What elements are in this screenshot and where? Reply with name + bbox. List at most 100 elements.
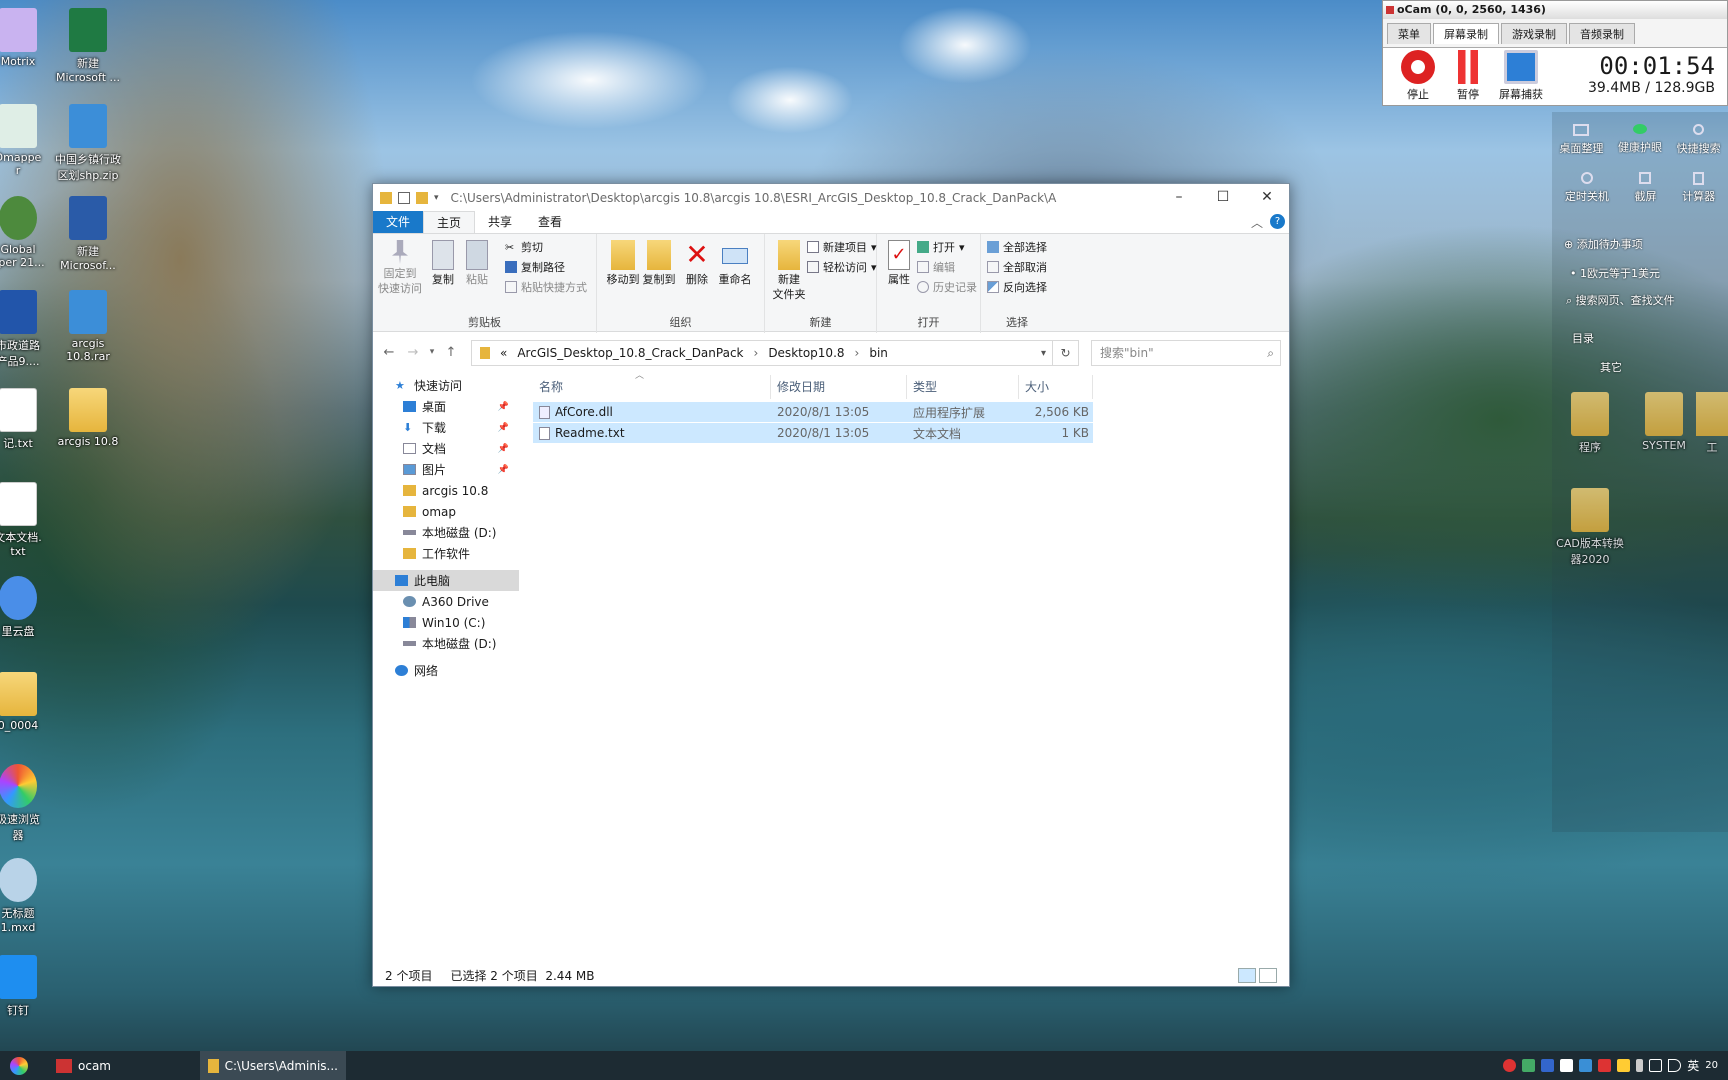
nav-item-network[interactable]: 网络 [373,660,519,681]
rename-button[interactable]: 重命名 [713,240,757,287]
breadcrumb-item[interactable]: Desktop10.8 [768,346,844,360]
refresh-button[interactable]: ↻ [1053,340,1079,366]
recent-locations-button[interactable]: ▾ [425,347,439,357]
pin-quick-access-button[interactable]: 固定到 快速访问 [377,240,423,296]
up-button[interactable]: ↑ [439,345,463,360]
tab-view[interactable]: 查看 [525,211,575,233]
app-tray-icon[interactable] [1560,1059,1574,1072]
history-button[interactable]: 历史记录 [917,279,977,295]
nav-item-work-software[interactable]: 工作软件 [373,543,519,564]
paste-shortcut-button[interactable]: 粘贴快捷方式 [505,279,587,295]
desktop-icon[interactable]: 无标题 1.mxd [0,858,54,934]
desktop-icon[interactable]: Motrix [0,8,54,68]
column-header-type[interactable]: 类型 [907,375,1019,399]
nav-item-a360-drive[interactable]: A360 Drive [373,591,519,612]
desktop-icon[interactable]: 文本文档. txt [0,482,54,558]
copy-to-button[interactable]: 复制到 [637,240,681,287]
app-tray-icon[interactable] [1522,1059,1536,1072]
nav-item-downloads[interactable]: ⬇ 下载 📌 [373,417,519,438]
ocam-capture-button[interactable]: 屏幕捕获 [1495,50,1547,102]
tab-home[interactable]: 主页 [423,211,476,233]
copy-path-button[interactable]: 复制路径 [505,259,565,275]
desktop-icon[interactable]: 记.txt [0,388,54,451]
nav-item-quick-access[interactable]: ★ 快速访问 [373,375,519,396]
nav-item-win10-c[interactable]: Win10 (C:) [373,612,519,633]
browser-taskbar-icon[interactable] [10,1057,28,1075]
desktop-icon[interactable]: 钉钉 [0,955,54,1018]
ocam-stop-button[interactable]: 停止 [1395,50,1441,102]
chevron-down-icon[interactable]: ▾ [434,193,439,203]
open-button[interactable]: 打开 ▾ [917,239,965,255]
delete-button[interactable]: ✕ 删除 [677,240,717,287]
desktop-icon[interactable]: 新建 Microsof... [52,196,124,272]
calculator-button[interactable]: 计算器 [1682,172,1715,204]
nav-item-local-disk-d[interactable]: 本地磁盘 (D:) [373,633,519,654]
column-header-date[interactable]: 修改日期 [771,375,907,399]
desktop-icon[interactable]: 0_0004 [0,672,54,732]
nav-item-local-disk-d[interactable]: 本地磁盘 (D:) [373,522,519,543]
tab-file[interactable]: 文件 [373,211,424,233]
desktop-icon[interactable]: 中国乡镇行政 区划shp.zip [52,104,124,183]
desktop-icon[interactable]: 里云盘 [0,576,54,639]
column-header-name[interactable]: 名称 [533,375,771,399]
breadcrumb-item[interactable]: bin [869,346,888,360]
select-all-button[interactable]: 全部选择 [987,239,1047,255]
timed-shutdown-button[interactable]: 定时关机 [1565,172,1609,204]
minimize-button[interactable]: – [1157,184,1201,211]
clock[interactable]: 20 [1705,1060,1718,1071]
properties-button[interactable]: ✓ 属性 [877,240,921,287]
network-icon[interactable] [1649,1059,1663,1072]
desktop-icon[interactable]: arcgis 10.8.rar [52,290,124,363]
address-bar[interactable]: « ArcGIS_Desktop_10.8_Crack_DanPack › De… [471,340,1053,366]
nav-item-pictures[interactable]: 图片 📌 [373,459,519,480]
cut-button[interactable]: ✂ 剪切 [505,239,543,255]
ocam-pause-button[interactable]: 暂停 [1445,50,1491,102]
nav-item-arcgis[interactable]: arcgis 10.8 [373,480,519,501]
back-button[interactable]: ← [377,345,401,360]
new-folder-button[interactable]: 新建 文件夹 [767,240,811,302]
paste-button[interactable]: 粘贴 [455,240,499,287]
address-dropdown-icon[interactable]: ▾ [1041,348,1046,359]
invert-selection-button[interactable]: 反向选择 [987,279,1047,295]
microphone-icon[interactable] [1636,1059,1644,1072]
add-todo-button[interactable]: ⊕ 添加待办事项 [1564,236,1643,252]
shield-icon[interactable] [1579,1059,1593,1072]
column-header-size[interactable]: 大小 [1019,375,1093,399]
new-item-button[interactable]: 新建项目 ▾ [807,239,877,255]
properties-quick-icon[interactable] [398,191,410,204]
easy-access-button[interactable]: 轻松访问 ▾ [807,259,877,275]
ocam-tab-screen-record[interactable]: 屏幕录制 [1433,23,1499,44]
search-input[interactable]: 搜索"bin" ⌕ [1091,340,1281,366]
bluetooth-icon[interactable] [1541,1059,1555,1072]
taskbar-item-explorer[interactable]: C:\Users\Adminis... [200,1051,346,1080]
desktop-icon[interactable]: 新建 Microsoft ... [52,8,124,84]
desktop-icon[interactable]: 市政道路 产品9.... [0,290,54,369]
file-row[interactable]: Readme.txt 2020/8/1 13:05 文本文档 1 KB [533,423,1093,443]
ocam-tab-audio-record[interactable]: 音频录制 [1569,23,1635,44]
breadcrumb-overflow[interactable]: « [500,346,507,360]
file-row[interactable]: AfCore.dll 2020/8/1 13:05 应用程序扩展 2,506 K… [533,402,1093,422]
large-icons-view-button[interactable] [1259,968,1277,983]
screenshot-button[interactable]: 截屏 [1634,172,1656,204]
help-icon[interactable]: ? [1270,214,1285,229]
nav-item-documents[interactable]: 文档 📌 [373,438,519,459]
desktop-icon[interactable]: Dmappe r [0,104,54,177]
eye-care-button[interactable]: 健康护眼 [1618,124,1662,156]
nav-item-desktop[interactable]: 桌面 📌 [373,396,519,417]
forward-button[interactable]: → [401,345,425,360]
details-view-button[interactable] [1238,968,1256,983]
desktop-icon[interactable]: arcgis 10.8 [52,388,124,448]
taskbar-item-ocam[interactable]: ocam [48,1051,119,1080]
ocam-tab-menu[interactable]: 菜单 [1387,23,1431,44]
ocam-tab-game-record[interactable]: 游戏录制 [1501,23,1567,44]
quick-search-button[interactable]: 快捷搜索 [1677,124,1721,156]
widget-search-input[interactable]: ⌕ 搜索网页、查找文件 [1566,292,1675,308]
nav-item-this-pc[interactable]: 此电脑 [373,570,519,591]
maximize-button[interactable]: ☐ [1201,184,1245,211]
close-button[interactable]: ✕ [1245,184,1289,211]
ime-indicator[interactable]: 英 [1687,1057,1699,1074]
nav-item-omap[interactable]: omap [373,501,519,522]
new-folder-quick-icon[interactable] [416,191,428,204]
select-none-button[interactable]: 全部取消 [987,259,1047,275]
edit-button[interactable]: 编辑 [917,259,955,275]
